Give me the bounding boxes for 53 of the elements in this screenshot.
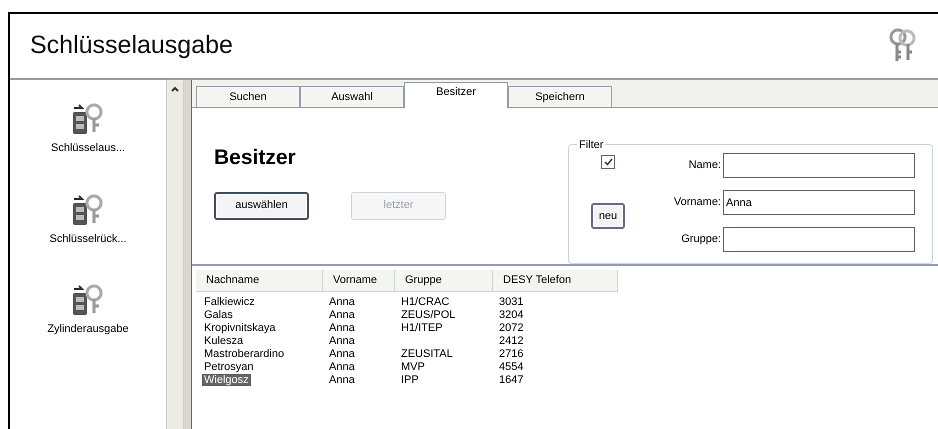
keys-icon bbox=[888, 28, 918, 64]
table-cell: 3031 bbox=[499, 296, 524, 308]
tab[interactable]: Auswahl bbox=[300, 86, 404, 107]
window-title: Schlüsselausgabe bbox=[30, 30, 233, 62]
tab[interactable]: Besitzer bbox=[404, 82, 508, 108]
table-cell[interactable]: Falkiewicz bbox=[202, 296, 257, 308]
field-label: Name: bbox=[688, 158, 722, 174]
column-header[interactable]: Nachname bbox=[196, 270, 323, 292]
table-cell: 3204 bbox=[499, 309, 524, 321]
table-cell: Anna bbox=[329, 335, 355, 347]
input-field[interactable]: Anna bbox=[723, 190, 915, 215]
column-header[interactable]: DESY Telefon bbox=[493, 270, 618, 292]
sidebar-item[interactable]: Zylinderausgabe bbox=[47, 321, 129, 338]
table-cell: Anna bbox=[329, 309, 355, 321]
field-label: Vorname: bbox=[672, 195, 722, 210]
field-label: Gruppe: bbox=[680, 232, 722, 248]
table-cell: 2716 bbox=[499, 348, 524, 360]
table-cell[interactable]: Kropivnitskaya bbox=[202, 322, 278, 334]
tab[interactable]: Speichern bbox=[508, 86, 612, 107]
table-cell[interactable]: Mastroberardino bbox=[202, 348, 286, 360]
column-header[interactable]: Gruppe bbox=[395, 270, 493, 292]
section-heading: Besitzer bbox=[214, 145, 297, 171]
table-cell: MVP bbox=[401, 361, 425, 373]
table-cell: Anna bbox=[329, 361, 355, 373]
scrollbar[interactable] bbox=[166, 80, 184, 429]
table-cell[interactable]: Galas bbox=[202, 309, 235, 321]
scroll-up-icon[interactable] bbox=[170, 84, 180, 94]
table-cell: Anna bbox=[329, 348, 355, 360]
table-cell[interactable]: Petrosyan bbox=[202, 361, 256, 373]
table-cell[interactable]: Wielgosz bbox=[202, 374, 251, 386]
sidebar-item[interactable]: Schlüsselrück... bbox=[49, 230, 127, 247]
table-cell: Anna bbox=[329, 296, 355, 308]
select-button[interactable]: auswählen bbox=[214, 192, 309, 220]
new-button[interactable]: neu bbox=[590, 203, 626, 229]
table-cell: 2412 bbox=[499, 335, 524, 347]
check-icon bbox=[604, 158, 612, 166]
table-cell: IPP bbox=[401, 374, 419, 386]
table-cell: ZEUSITAL bbox=[401, 348, 453, 360]
table-cell: 4554 bbox=[499, 361, 524, 373]
column-header[interactable]: Vorname bbox=[323, 270, 395, 292]
input-field[interactable] bbox=[723, 227, 915, 252]
table-cell: Anna bbox=[329, 322, 355, 334]
input-field[interactable] bbox=[723, 153, 915, 178]
table-cell: 2072 bbox=[499, 322, 524, 334]
table-cell: H1/CRAC bbox=[401, 296, 450, 308]
table-cell: Anna bbox=[329, 374, 355, 386]
table-cell: ZEUS/POL bbox=[401, 309, 456, 321]
table-cell: H1/ITEP bbox=[401, 322, 443, 334]
tab[interactable]: Suchen bbox=[196, 86, 300, 107]
table-cell[interactable]: Kulesza bbox=[202, 335, 246, 347]
sidebar-item[interactable]: Schlüsselaus... bbox=[51, 140, 125, 156]
checkbox[interactable] bbox=[601, 155, 615, 169]
table-cell: 1647 bbox=[499, 374, 524, 386]
